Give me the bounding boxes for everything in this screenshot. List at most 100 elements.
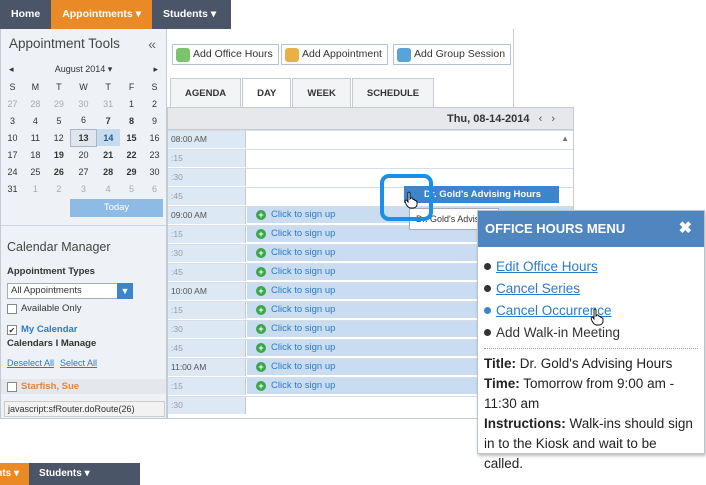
calendar-day[interactable]: 29 [120, 163, 143, 180]
time-row: :15 [168, 149, 573, 167]
sign-up-link[interactable]: + Click to sign up [256, 285, 335, 296]
calendar-day[interactable]: 25 [24, 163, 47, 180]
calendar-day[interactable]: 12 [47, 129, 71, 146]
calendar-day[interactable]: 6 [71, 112, 96, 129]
calendar-day[interactable]: 7 [96, 112, 120, 129]
tab-day[interactable]: DAY [242, 78, 292, 107]
calendar-day[interactable]: 2 [143, 95, 166, 112]
add-walk-in-label[interactable]: Add Walk-in Meeting [496, 325, 620, 340]
calendar-day[interactable]: 18 [24, 146, 47, 163]
sign-up-link[interactable]: + Click to sign up [256, 304, 335, 315]
next-day-icon[interactable]: › [551, 113, 555, 125]
checked-checkbox-icon[interactable]: ✔ [7, 324, 17, 335]
sign-up-link[interactable]: + Click to sign up [256, 323, 335, 334]
available-only-checkbox[interactable]: Available Only [1, 301, 166, 316]
calendar-day[interactable]: 31 [96, 95, 120, 112]
prev-month-icon[interactable]: ◂ [9, 64, 14, 75]
add-appointment-button[interactable]: Add Appointment [281, 44, 388, 65]
weekday-header: W [79, 82, 88, 92]
calendar-day[interactable]: 16 [143, 129, 166, 146]
calendar-day[interactable]: 27 [71, 163, 96, 180]
sign-up-link[interactable]: + Click to sign up [256, 247, 335, 258]
sign-up-link[interactable]: + Click to sign up [256, 342, 335, 353]
tab-week[interactable]: WEEK [292, 78, 351, 107]
sign-up-label: Click to sign up [271, 247, 336, 258]
time-label: Time: [484, 376, 520, 391]
sign-up-link[interactable]: + Click to sign up [256, 361, 335, 372]
calendar-day[interactable]: 26 [47, 163, 71, 180]
sign-up-link[interactable]: + Click to sign up [256, 380, 335, 391]
checkbox-icon[interactable] [7, 381, 17, 392]
calendar-day[interactable]: 20 [71, 146, 96, 163]
calendar-day[interactable]: 17 [1, 146, 24, 163]
calendar-day[interactable]: 14 [96, 129, 121, 146]
time-label: 11:00 AM [168, 359, 246, 376]
calendar-day[interactable]: 24 [1, 163, 24, 180]
calendar-day[interactable]: 19 [47, 146, 71, 163]
appointment-type-select[interactable]: All Appointments ▼ [7, 283, 133, 299]
calendar-day[interactable]: 28 [96, 163, 120, 180]
my-calendar-checkbox[interactable]: ✔ My Calendar [1, 322, 166, 337]
sign-up-link[interactable]: + Click to sign up [256, 266, 335, 277]
checkbox-icon[interactable] [7, 303, 17, 314]
calendar-day[interactable]: 3 [1, 112, 24, 129]
select-all-link[interactable]: Select All [60, 358, 97, 368]
add-office-hours-button[interactable]: Add Office Hours [172, 44, 279, 65]
weekday-header: S [9, 82, 16, 92]
collapse-icon[interactable]: « [148, 29, 156, 59]
nav-home[interactable]: Home [0, 0, 51, 29]
calendar-day[interactable]: 31 [1, 180, 24, 197]
calendar-day[interactable]: 28 [24, 95, 47, 112]
next-month-icon[interactable]: ▸ [153, 64, 158, 75]
calendar-day[interactable]: 5 [47, 112, 71, 129]
calendar-day[interactable]: 29 [47, 95, 71, 112]
calendar-day[interactable]: 8 [120, 112, 143, 129]
starfish-checkbox[interactable]: Starfish, Sue [1, 379, 166, 394]
calendar-day[interactable]: 1 [24, 180, 47, 197]
calendar-day[interactable]: 13 [70, 128, 97, 147]
month-select[interactable]: August 2014 ▾ [55, 64, 113, 75]
starfish-label: Starfish, Sue [21, 381, 80, 392]
calendar-day[interactable]: 4 [96, 180, 120, 197]
calendar-week: 24 25 26 27 28 29 30 [1, 163, 166, 180]
cancel-series-link[interactable]: Cancel Series [496, 281, 580, 296]
time-slot[interactable] [247, 150, 573, 166]
calendar-day[interactable]: 15 [120, 129, 143, 146]
calendar-day[interactable]: 6 [143, 180, 166, 197]
tab-schedule[interactable]: SCHEDULE [351, 78, 435, 107]
deselect-all-link[interactable]: Deselect All [7, 358, 54, 368]
chevron-down-icon[interactable]: ▼ [117, 283, 133, 299]
nav-appointments[interactable]: Appointments ▾ [0, 463, 30, 485]
sign-up-link[interactable]: + Click to sign up [256, 228, 335, 239]
today-button[interactable]: Today [70, 199, 163, 217]
weekday-header: S [151, 82, 158, 92]
plus-circle-icon: + [256, 209, 266, 220]
nav-students[interactable]: Students ▾ [152, 0, 227, 29]
calendar-day[interactable]: 5 [120, 180, 143, 197]
add-group-session-button[interactable]: Add Group Session [393, 44, 512, 65]
calendar-day[interactable]: 30 [143, 163, 166, 180]
calendar-day[interactable]: 21 [96, 146, 120, 163]
time-slot[interactable] [247, 131, 573, 147]
calendar-day[interactable]: 1 [120, 95, 143, 112]
tab-agenda[interactable]: AGENDA [170, 78, 242, 107]
close-icon[interactable]: ✖ [679, 211, 692, 247]
calendar-week: 3456789 [1, 112, 166, 129]
prev-day-icon[interactable]: ‹ [539, 113, 543, 125]
calendar-day[interactable]: 30 [71, 95, 96, 112]
nav-appointments[interactable]: Appointments ▾ [51, 0, 152, 29]
calendar-day[interactable]: 10 [1, 129, 24, 146]
calendar-day[interactable]: 23 [143, 146, 166, 163]
calendar-day[interactable]: 4 [24, 112, 47, 129]
edit-office-hours-link[interactable]: Edit Office Hours [496, 259, 598, 274]
calendar-day[interactable]: 22 [120, 146, 143, 163]
calendar-day[interactable]: 27 [1, 95, 24, 112]
calendar-day[interactable]: 11 [24, 129, 47, 146]
menu-item-cancel-series[interactable]: Cancel Series [478, 278, 704, 299]
calendar-day[interactable]: 2 [47, 180, 71, 197]
calendar-day[interactable]: 3 [71, 180, 96, 197]
nav-students[interactable]: Students ▾ [29, 463, 100, 485]
menu-item-edit-office-hours[interactable]: Edit Office Hours [478, 256, 704, 277]
calendar-day[interactable]: 9 [143, 112, 166, 129]
sign-up-link[interactable]: + Click to sign up [256, 209, 335, 220]
